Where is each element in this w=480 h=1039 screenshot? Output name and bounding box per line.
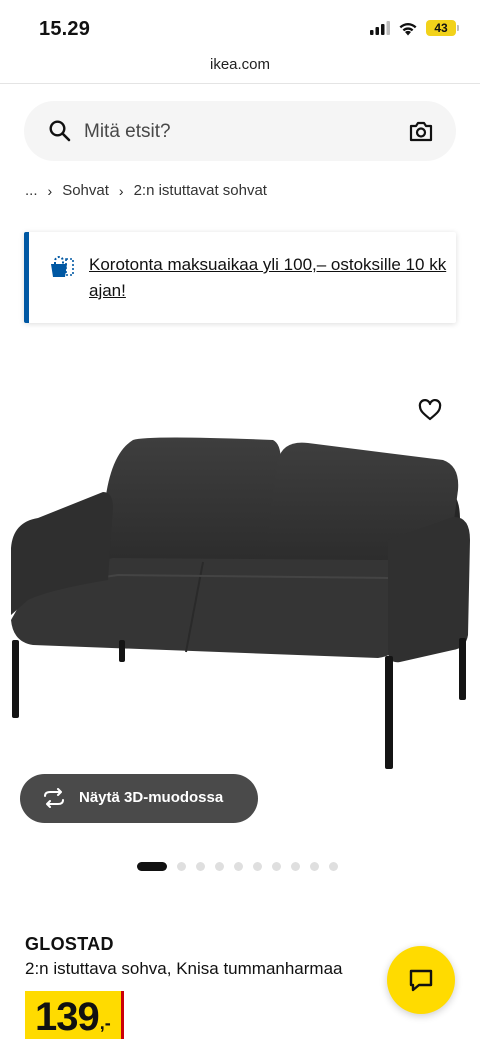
product-image[interactable] <box>8 430 472 775</box>
price-tag: 139 ,- <box>25 991 124 1039</box>
search-icon <box>49 120 71 142</box>
url-bar[interactable]: ikea.com <box>0 56 480 84</box>
camera-icon[interactable] <box>408 119 434 143</box>
chevron-right-icon: › <box>118 182 124 199</box>
carousel-dot[interactable] <box>196 862 205 871</box>
promo-text[interactable]: Korotonta maksuaikaa yli 100,– ostoksill… <box>89 252 449 304</box>
product-description: 2:n istuttava sohva, Knisa tummanharmaa <box>25 959 343 978</box>
carousel-dot[interactable] <box>310 862 319 871</box>
search-input[interactable]: Mitä etsit? <box>84 121 171 143</box>
search-bar[interactable]: Mitä etsit? <box>24 101 456 161</box>
carousel-dot[interactable] <box>215 862 224 871</box>
image-carousel-indicator <box>137 862 338 871</box>
carousel-dot[interactable] <box>291 862 300 871</box>
carousel-dot[interactable] <box>272 862 281 871</box>
chat-button[interactable] <box>387 946 455 1014</box>
price-suffix: ,- <box>99 1013 111 1033</box>
carousel-dot[interactable] <box>177 862 186 871</box>
promo-banner[interactable]: Korotonta maksuaikaa yli 100,– ostoksill… <box>24 232 456 323</box>
status-icons: 43 <box>370 20 459 36</box>
chevron-right-icon: › <box>47 182 53 199</box>
carousel-dot[interactable] <box>253 862 262 871</box>
price-value: 139 <box>35 995 100 1039</box>
view-3d-button[interactable]: Näytä 3D-muodossa <box>20 774 258 823</box>
breadcrumb-ellipsis[interactable]: ... <box>25 182 38 199</box>
carousel-dot[interactable] <box>329 862 338 871</box>
rotate-icon <box>44 788 64 808</box>
breadcrumb-item-sohvat[interactable]: Sohvat <box>62 182 109 199</box>
heart-icon[interactable] <box>418 399 442 421</box>
breadcrumb-item-2n-istuttavat[interactable]: 2:n istuttavat sohvat <box>134 182 267 199</box>
carousel-dot-active[interactable] <box>137 862 167 871</box>
battery-icon: 43 <box>426 20 459 36</box>
product-name: GLOSTAD <box>25 934 114 954</box>
wifi-icon <box>399 22 417 35</box>
signal-icon <box>370 21 390 35</box>
breadcrumb: ... › Sohvat › 2:n istuttavat sohvat <box>25 182 267 199</box>
status-time: 15.29 <box>39 18 91 40</box>
carousel-dot[interactable] <box>234 862 243 871</box>
url-text: ikea.com <box>209 56 271 73</box>
shopping-bag-icon <box>51 256 74 277</box>
view-3d-label: Näytä 3D-muodossa <box>79 789 224 806</box>
battery-level: 43 <box>434 21 448 35</box>
status-bar: 15.29 43 <box>0 0 480 56</box>
chat-icon <box>409 969 433 992</box>
